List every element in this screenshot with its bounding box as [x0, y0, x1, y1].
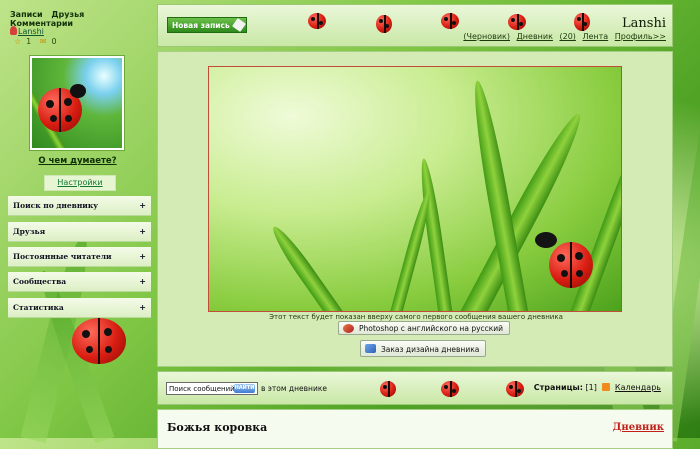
status-prompt[interactable]: О чем думаете? [0, 156, 155, 166]
header-nav: (Черновик) Дневник (20) Лента Профиль>> [459, 32, 666, 41]
sidebar-item-friends[interactable]: Друзья + [8, 222, 151, 242]
nav-diary[interactable]: Дневник [517, 32, 553, 41]
sidebar-item-statistics[interactable]: Статистика + [8, 298, 151, 318]
avatar[interactable] [29, 55, 125, 151]
ladybug-head [70, 84, 86, 98]
sidebar-item-readers[interactable]: Постоянные читатели + [8, 247, 151, 267]
username-link[interactable]: Lanshi [18, 27, 44, 36]
expand-icon[interactable]: + [139, 298, 146, 318]
search-scope-label: в этом дневнике [261, 384, 327, 393]
new-post-button[interactable]: Новая запись [167, 17, 247, 33]
sidebar-item-label: Постоянные читатели [13, 252, 112, 261]
design-order-button-label: Заказ дизайна дневника [381, 345, 480, 354]
notice-text: Этот текст будет показан вверху самого п… [269, 313, 563, 321]
ladybug-decoration [441, 381, 459, 397]
avatar-image [32, 58, 122, 148]
photoshop-button[interactable]: Photoshop с английского на русский [338, 321, 511, 335]
pages-value[interactable]: [1] [585, 383, 596, 392]
pencil-icon [231, 18, 246, 32]
ladybug-decoration [376, 15, 392, 33]
post: Божья коровка Дневник [157, 409, 673, 449]
ladybug-decoration [441, 13, 459, 29]
pagination: Страницы: [1] Календарь [534, 383, 661, 392]
search-bar: Поиск сообщений НАЙТИ в этом дневнике Ст… [157, 371, 673, 405]
search-button[interactable]: НАЙТИ [234, 384, 255, 393]
sidebar-item-label: Сообщества [13, 277, 67, 286]
sidebar-item-label: Статистика [13, 303, 64, 312]
banner-grass [389, 189, 435, 311]
counter-favorites[interactable]: 1 [26, 37, 31, 46]
ladybug-decoration [508, 14, 526, 30]
sidebar-item-label: Друзья [13, 227, 46, 236]
banner-image [208, 66, 622, 312]
design-order-button[interactable]: Заказ дизайна дневника [360, 340, 487, 357]
settings-button[interactable]: Настройки [44, 175, 116, 191]
user-icon [10, 26, 17, 35]
nav-count[interactable]: (20) [559, 32, 575, 41]
blog-title[interactable]: Lanshi [622, 16, 666, 31]
diary-link[interactable]: Дневник [613, 422, 664, 433]
ladybug-decoration [308, 13, 326, 29]
expand-icon[interactable]: + [139, 247, 146, 267]
pages-label: Страницы: [533, 383, 583, 392]
star-icon: ☆ [14, 37, 22, 46]
new-post-label: Новая запись [172, 21, 230, 30]
nav-feed[interactable]: Лента [582, 32, 608, 41]
user-links: Записи Друзья Комментарии [10, 10, 155, 28]
ladybug-decoration [574, 13, 590, 31]
link-friends[interactable]: Друзья [51, 10, 84, 19]
counter-messages[interactable]: 0 [52, 37, 57, 46]
expand-icon[interactable]: + [139, 222, 146, 242]
pen-icon [343, 324, 354, 333]
sidebar-item-search[interactable]: Поиск по дневнику + [8, 196, 151, 216]
post-title[interactable]: Божья коровка [167, 421, 267, 434]
envelope-icon: ✉ [39, 37, 47, 46]
nav-profile[interactable]: Профиль>> [615, 32, 666, 41]
nav-drafts[interactable]: (Черновик) [463, 32, 510, 41]
link-posts[interactable]: Записи [10, 10, 43, 19]
ladybug-decoration [380, 381, 396, 397]
calendar-link[interactable]: Календарь [615, 383, 661, 392]
rss-icon[interactable] [602, 383, 611, 391]
expand-icon[interactable]: + [139, 272, 146, 292]
sidebar-item-label: Поиск по дневнику [13, 201, 99, 210]
ladybug-image [549, 242, 593, 288]
ladybug-decoration [72, 318, 126, 364]
sidebar: Записи Друзья Комментарии Lanshi ☆ 1 ✉ 0 О… [0, 0, 155, 438]
main-panel: Этот текст будет показан вверху самого п… [157, 51, 673, 367]
sidebar-item-communities[interactable]: Сообщества + [8, 272, 151, 292]
counters: ☆ 1 ✉ 0 [14, 37, 57, 46]
brush-icon [365, 344, 376, 353]
expand-icon[interactable]: + [139, 196, 146, 216]
ladybug-head [535, 232, 557, 248]
header-bar: Новая запись Lanshi (Черновик) Дневник (… [157, 4, 673, 47]
photoshop-button-label: Photoshop с английского на русский [359, 324, 504, 333]
ladybug-decoration [506, 381, 524, 397]
banner-grass [267, 222, 344, 311]
